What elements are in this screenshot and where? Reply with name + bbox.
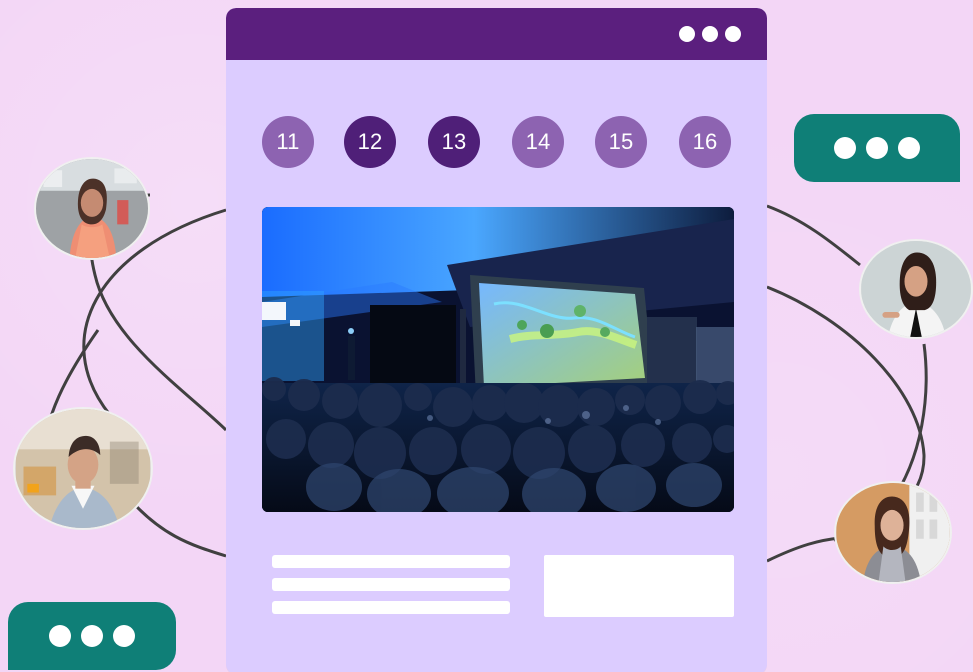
person-avatar-illustration: [36, 159, 148, 258]
text-placeholder-line: [272, 601, 510, 614]
person-avatar-illustration: [861, 241, 971, 337]
chat-bubble-right: [794, 114, 960, 182]
chat-dot-icon: [113, 625, 135, 647]
avatar-left-bottom: [13, 407, 153, 530]
window-menu-dots[interactable]: [679, 26, 741, 42]
chat-dot-icon: [49, 625, 71, 647]
chat-dot-icon: [898, 137, 920, 159]
calendar-day-row: 11 12 13 14 15 16: [262, 116, 732, 168]
event-photo: [262, 207, 734, 512]
day-15-button[interactable]: 15: [595, 116, 647, 168]
illustration-stage: 11 12 13 14 15 16: [0, 0, 973, 672]
day-13-button[interactable]: 13: [428, 116, 480, 168]
chat-dot-icon: [834, 137, 856, 159]
text-placeholder-lines: [272, 555, 510, 614]
day-14-button[interactable]: 14: [512, 116, 564, 168]
window-titlebar: [226, 8, 767, 60]
day-16-button[interactable]: 16: [679, 116, 731, 168]
menu-dot-icon: [702, 26, 718, 42]
avatar-left-top: [34, 157, 150, 260]
event-photo-illustration: [262, 207, 734, 512]
chat-dot-icon: [866, 137, 888, 159]
chat-bubble-left: [8, 602, 176, 670]
menu-dot-icon: [725, 26, 741, 42]
text-placeholder-line: [272, 555, 510, 568]
text-placeholder-line: [272, 578, 510, 591]
menu-dot-icon: [679, 26, 695, 42]
person-avatar-illustration: [836, 483, 950, 582]
content-placeholder-box: [544, 555, 734, 617]
avatar-right-top: [859, 239, 973, 339]
day-11-button[interactable]: 11: [262, 116, 314, 168]
chat-dot-icon: [81, 625, 103, 647]
avatar-right-bottom: [834, 481, 952, 584]
person-avatar-illustration: [15, 409, 151, 528]
day-12-button[interactable]: 12: [344, 116, 396, 168]
browser-window: 11 12 13 14 15 16: [226, 8, 767, 672]
